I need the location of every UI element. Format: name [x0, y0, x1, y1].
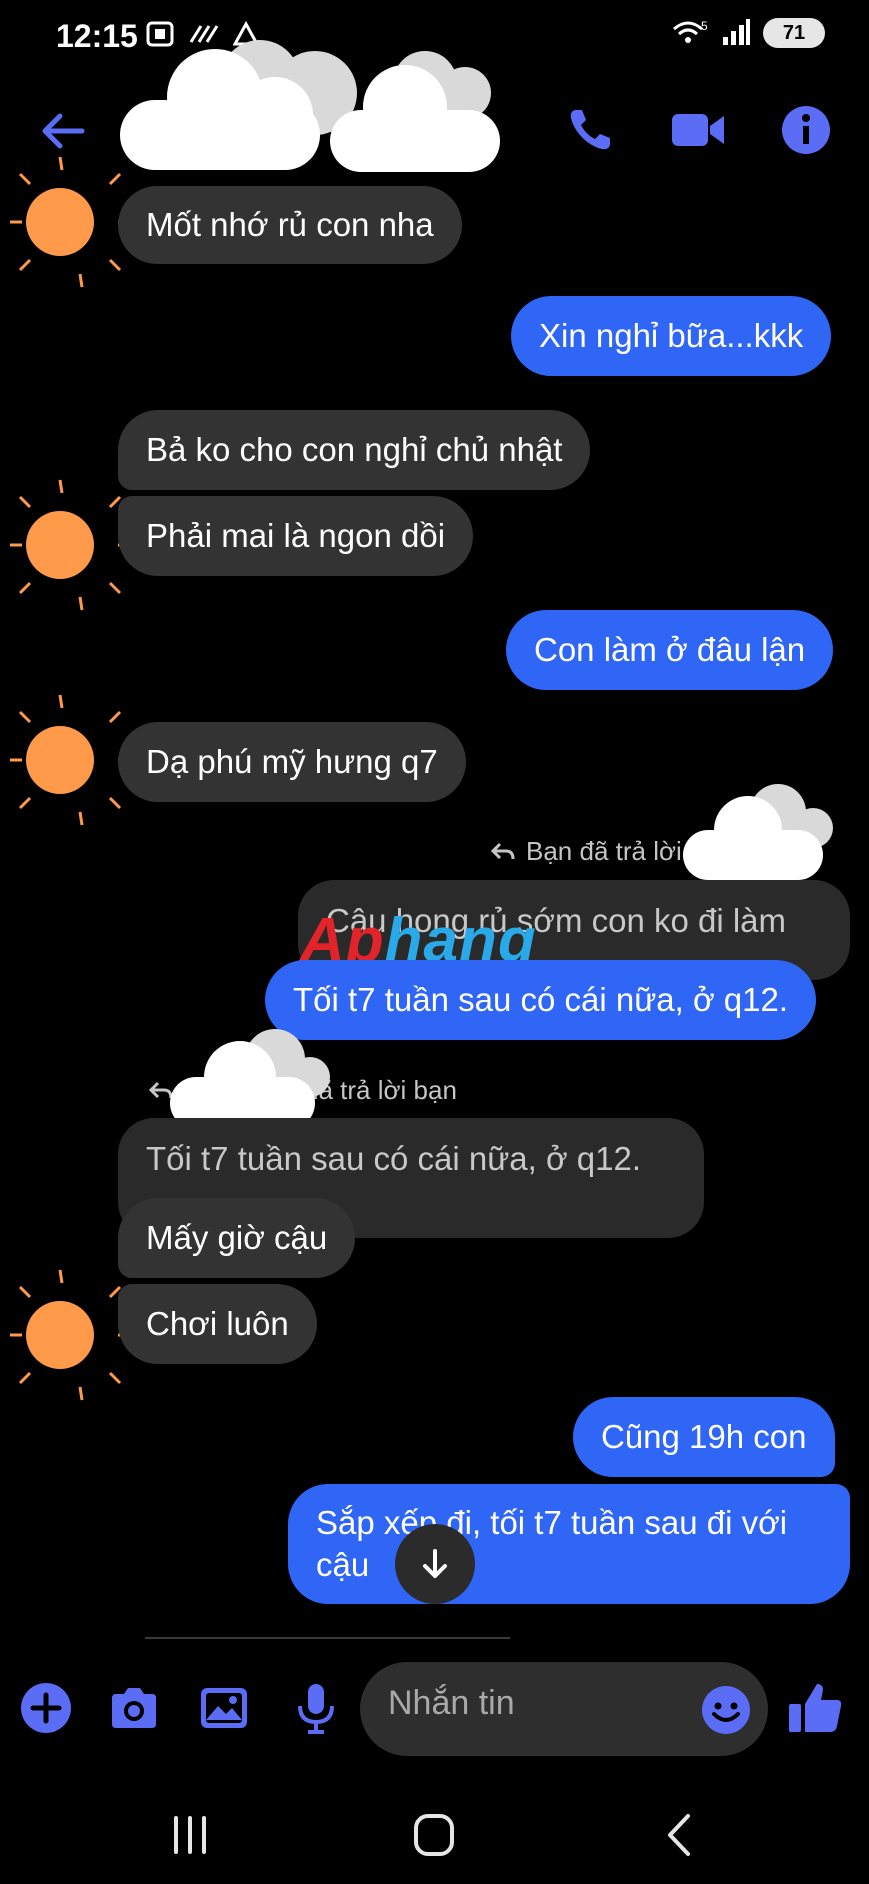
- arrow-down-icon: [423, 1549, 447, 1578]
- mic-icon[interactable]: [288, 1680, 344, 1736]
- plus-icon[interactable]: [18, 1680, 74, 1736]
- system-nav-bar: [0, 1790, 869, 1884]
- message-bubble-received[interactable]: Phải mai là ngon dồi: [118, 496, 474, 576]
- image-icon[interactable]: [196, 1680, 252, 1736]
- message-bubble-sent[interactable]: Xin nghỉ bữa...kkk: [511, 296, 832, 376]
- info-icon[interactable]: [778, 102, 834, 158]
- redaction-cloud: [120, 40, 500, 172]
- signal-icon: [723, 19, 750, 45]
- message-bubble-sent[interactable]: Cũng 19h con: [573, 1397, 835, 1477]
- message-input-container[interactable]: [360, 1662, 768, 1756]
- phone-icon[interactable]: [562, 102, 618, 158]
- message-bubble-sent[interactable]: Sắp xếp đi, tối t7 tuần sau đi với cậu: [288, 1484, 850, 1604]
- reply-label: Bạn đã trả lời: [490, 836, 682, 867]
- composer: [0, 1660, 869, 1760]
- reply-icon: [490, 842, 515, 859]
- camera-icon[interactable]: [106, 1680, 162, 1736]
- message-bubble-received[interactable]: Chơi luôn: [118, 1284, 317, 1364]
- message-bubble-received[interactable]: Mốt nhớ rủ con nha: [118, 186, 462, 264]
- recents-icon[interactable]: [160, 1810, 220, 1860]
- reply-label-text: Bạn đã trả lời: [526, 836, 682, 866]
- message-bubble-received[interactable]: Dạ phú mỹ hưng q7: [118, 722, 466, 802]
- message-bubble-received[interactable]: Bả ko cho con nghỉ chủ nhật: [118, 410, 591, 490]
- wifi-icon: 5: [673, 19, 708, 43]
- message-bubble-sent[interactable]: Con làm ở đâu lận: [506, 610, 834, 690]
- message-bubble-received[interactable]: Mấy giờ cậu: [118, 1198, 356, 1278]
- like-icon[interactable]: [785, 1680, 845, 1736]
- svg-text:5: 5: [701, 19, 708, 33]
- divider: [145, 1637, 510, 1639]
- message-line: cậu: [316, 1546, 370, 1583]
- back-arrow-icon[interactable]: [38, 106, 88, 156]
- nav-back-icon[interactable]: [650, 1810, 710, 1860]
- message-line: Sắp xếp đi, tối t7 tuần sau đi với: [316, 1504, 788, 1541]
- redaction-cloud: [683, 784, 833, 880]
- battery-indicator: 71: [763, 18, 825, 48]
- scroll-down-button[interactable]: [395, 1524, 475, 1604]
- message-input[interactable]: [388, 1684, 688, 1723]
- message-bubble-sent[interactable]: Tối t7 tuần sau có cái nữa, ở q12.: [265, 960, 817, 1040]
- emoji-icon[interactable]: [698, 1680, 754, 1736]
- video-icon[interactable]: [668, 102, 728, 158]
- status-right: 5 71: [671, 18, 825, 48]
- home-icon[interactable]: [404, 1810, 464, 1860]
